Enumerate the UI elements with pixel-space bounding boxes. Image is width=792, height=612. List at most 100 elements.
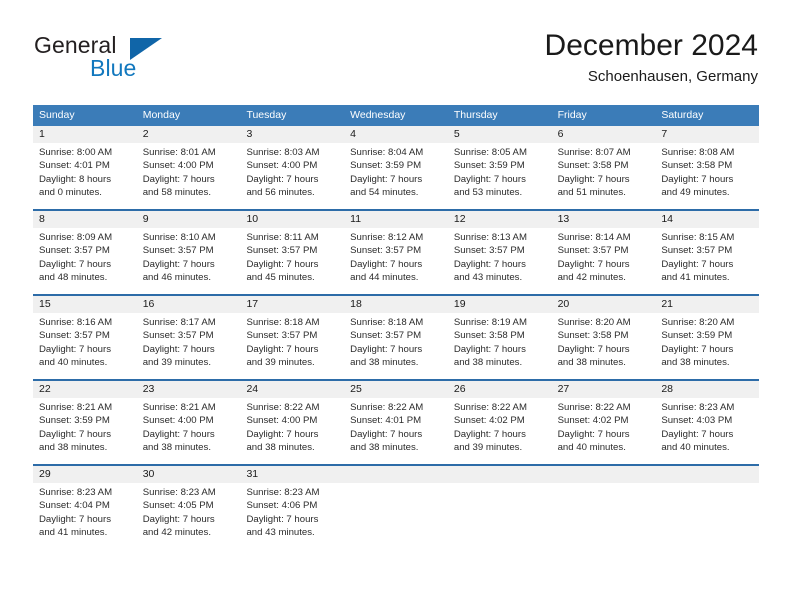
day-cell[interactable]: Sunrise: 8:14 AM Sunset: 3:57 PM Daylight:… [552,228,656,287]
day-number[interactable]: 23 [137,381,241,398]
week-detail-band: Sunrise: 8:23 AM Sunset: 4:04 PM Daylight:… [33,483,759,542]
day-detail-line: Daylight: 7 hours [39,343,111,355]
weekday-header-saturday: Saturday [661,109,704,121]
day-number[interactable]: 31 [240,466,344,483]
day-cell[interactable]: Sunrise: 8:03 AM Sunset: 4:00 PM Daylight:… [240,143,344,202]
day-number[interactable]: 8 [33,211,137,228]
day-detail-line: Daylight: 7 hours [661,173,734,185]
day-cell[interactable]: Sunrise: 8:12 AM Sunset: 3:57 PM Daylight:… [344,228,448,287]
day-number[interactable]: 15 [33,296,137,313]
day-cell[interactable]: Sunrise: 8:01 AM Sunset: 4:00 PM Daylight:… [137,143,241,202]
day-detail-line: and 43 minutes. [246,526,315,538]
day-number[interactable]: 17 [240,296,344,313]
day-cell[interactable]: Sunrise: 8:22 AM Sunset: 4:00 PM Daylight:… [240,398,344,457]
day-number[interactable]: 2 [137,126,241,143]
day-cell[interactable]: Sunrise: 8:22 AM Sunset: 4:02 PM Daylight:… [552,398,656,457]
calendar-weeks: 1 2 3 4 5 6 7 Sunrise: 8:00 AM Sunset: 4:01 PM Da… [33,126,759,542]
day-number[interactable]: 20 [552,296,656,313]
day-detail-line: Daylight: 7 hours [246,258,319,270]
day-cell[interactable]: Sunrise: 8:23 AM Sunset: 4:05 PM Daylight:… [137,483,241,542]
day-detail-line: Daylight: 7 hours [453,258,526,270]
day-cell[interactable]: Sunrise: 8:00 AM Sunset: 4:01 PM Daylight:… [33,143,137,202]
day-detail-line: Sunset: 3:57 PM [246,245,318,257]
day-detail-line: Daylight: 7 hours [557,173,630,185]
generalblue-logo[interactable]: General Blue [34,32,244,90]
day-cell[interactable]: Sunrise: 8:20 AM Sunset: 3:58 PM Daylight:… [552,313,656,372]
day-number[interactable]: 25 [344,381,448,398]
day-detail-line: Daylight: 7 hours [453,173,526,185]
day-cell[interactable]: Sunrise: 8:18 AM Sunset: 3:57 PM Daylight:… [240,313,344,372]
day-cell[interactable]: Sunrise: 8:15 AM Sunset: 3:57 PM Daylight:… [655,228,759,287]
day-cell[interactable]: Sunrise: 8:21 AM Sunset: 4:00 PM Daylight:… [137,398,241,457]
day-detail-line: Sunset: 4:03 PM [661,415,733,427]
calendar-grid: Sunday Monday Tuesday Wednesday Thursday Frid… [33,105,759,542]
day-cell[interactable]: Sunrise: 8:10 AM Sunset: 3:57 PM Daylight:… [137,228,241,287]
day-number[interactable]: 26 [448,381,552,398]
day-detail-line: Sunrise: 8:21 AM [39,402,113,413]
day-cell[interactable]: Sunrise: 8:17 AM Sunset: 3:57 PM Daylight:… [137,313,241,372]
week-daynumber-band: 8 9 10 11 12 13 14 [33,211,759,228]
day-number[interactable]: 30 [137,466,241,483]
day-number[interactable]: 4 [344,126,448,143]
day-number[interactable]: 22 [33,381,137,398]
day-detail-line: Sunrise: 8:21 AM [142,402,216,413]
day-detail-line: Sunset: 3:58 PM [557,330,629,342]
calendar-week-row: 15 16 17 18 19 20 21 Sunrise: 8:16 AM Sunset: 3:… [33,294,759,372]
day-number[interactable]: 18 [344,296,448,313]
day-cell[interactable]: Sunrise: 8:23 AM Sunset: 4:04 PM Daylight:… [33,483,137,542]
day-number[interactable]: 11 [344,211,448,228]
day-cell[interactable]: Sunrise: 8:08 AM Sunset: 3:58 PM Daylight:… [655,143,759,202]
day-number[interactable]: 19 [448,296,552,313]
day-number[interactable]: 13 [552,211,656,228]
day-number[interactable]: 9 [137,211,241,228]
day-detail-line: Sunset: 3:58 PM [453,330,525,342]
day-cell[interactable]: Sunrise: 8:13 AM Sunset: 3:57 PM Daylight:… [448,228,552,287]
day-cell-empty [344,483,448,542]
day-cell[interactable]: Sunrise: 8:23 AM Sunset: 4:03 PM Daylight:… [655,398,759,457]
day-number[interactable]: 14 [655,211,759,228]
logo-text-blue: Blue [90,55,137,81]
day-number[interactable]: 10 [240,211,344,228]
day-detail-line: Sunset: 4:01 PM [39,160,110,172]
day-cell[interactable]: Sunrise: 8:22 AM Sunset: 4:01 PM Daylight:… [344,398,448,457]
day-detail-line: Daylight: 7 hours [350,428,423,440]
day-number[interactable]: 24 [240,381,344,398]
day-detail-line: Sunrise: 8:22 AM [246,402,320,413]
day-number[interactable]: 6 [552,126,656,143]
day-detail-line: Daylight: 7 hours [142,343,215,355]
day-number[interactable]: 21 [655,296,759,313]
day-number[interactable]: 7 [655,126,759,143]
day-cell[interactable]: Sunrise: 8:04 AM Sunset: 3:59 PM Daylight:… [344,143,448,202]
day-detail-line: Sunset: 4:04 PM [39,500,110,512]
day-cell[interactable]: Sunrise: 8:20 AM Sunset: 3:59 PM Daylight:… [655,313,759,372]
day-number[interactable]: 3 [240,126,344,143]
day-number[interactable]: 27 [552,381,656,398]
day-cell[interactable]: Sunrise: 8:07 AM Sunset: 3:58 PM Daylight:… [552,143,656,202]
week-daynumber-band: 1234567 [33,126,759,143]
page-subtitle-location: Schoenhausen, Germany [587,68,758,85]
day-number[interactable]: 12 [448,211,552,228]
day-detail-line: Sunset: 4:05 PM [142,500,214,512]
day-cell[interactable]: Sunrise: 8:09 AM Sunset: 3:57 PM Daylight:… [33,228,137,287]
day-detail-line: and 0 minutes. [39,186,102,198]
day-cell[interactable]: Sunrise: 8:18 AM Sunset: 3:57 PM Daylight:… [344,313,448,372]
day-number[interactable]: 28 [655,381,759,398]
day-detail-line: Daylight: 8 hours [39,173,111,185]
day-cell[interactable]: Sunrise: 8:19 AM Sunset: 3:58 PM Daylight:… [448,313,552,372]
day-detail-line: Daylight: 7 hours [142,173,215,185]
day-number[interactable]: 1 [33,126,137,143]
day-number[interactable]: 29 [33,466,137,483]
day-cell[interactable]: Sunrise: 8:05 AM Sunset: 3:59 PM Daylight:… [448,143,552,202]
day-cell[interactable]: Sunrise: 8:22 AM Sunset: 4:02 PM Daylight:… [448,398,552,457]
day-detail-line: Sunset: 4:00 PM [142,160,214,172]
day-cell[interactable]: Sunrise: 8:16 AM Sunset: 3:57 PM Daylight:… [33,313,137,372]
day-detail-line: Sunset: 4:01 PM [350,415,422,427]
day-cell[interactable]: Sunrise: 8:23 AM Sunset: 4:06 PM Daylight:… [240,483,344,542]
day-cell[interactable]: Sunrise: 8:11 AM Sunset: 3:57 PM Daylight:… [240,228,344,287]
day-detail-line: and 39 minutes. [453,441,523,453]
day-cell[interactable]: Sunrise: 8:21 AM Sunset: 3:59 PM Daylight:… [33,398,137,457]
day-number[interactable]: 16 [137,296,241,313]
day-number[interactable]: 5 [448,126,552,143]
day-detail-line: Sunset: 4:02 PM [557,415,629,427]
day-detail-line: and 38 minutes. [661,356,730,368]
